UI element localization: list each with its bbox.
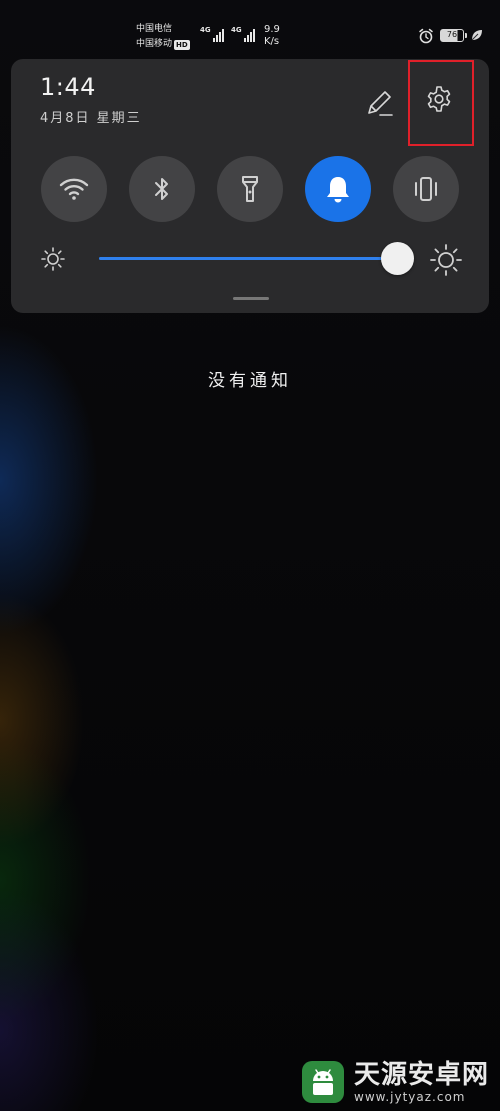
quick-toggles: [41, 156, 461, 222]
brightness-row: [39, 241, 464, 277]
bluetooth-toggle[interactable]: [129, 156, 195, 222]
wifi-icon: [59, 178, 89, 200]
signal-bar: [246, 35, 249, 42]
signal-bar: [215, 35, 218, 42]
panel-date: 4月8日 星期三: [40, 111, 142, 126]
watermark-text: 天源安卓网 www.jytyaz.com: [354, 1060, 489, 1104]
carrier-info: 中国电信 中国移动 HD: [136, 22, 190, 52]
signal-bar: [252, 29, 255, 42]
brightness-slider[interactable]: [99, 242, 415, 275]
quick-settings-panel: 1:44 4月8日 星期三: [11, 59, 489, 313]
carrier-1-label: 中国电信: [136, 24, 173, 34]
settings-button[interactable]: [423, 83, 455, 115]
pencil-icon: [368, 91, 393, 116]
battery-indicator: 76: [440, 29, 467, 42]
speed-unit: K/s: [264, 36, 280, 47]
signal-bar: [249, 32, 252, 42]
speed-value: 9.9: [264, 24, 280, 35]
watermark-title: 天源安卓网: [354, 1059, 490, 1090]
brightness-low-icon: [41, 247, 65, 271]
brightness-high-icon: [430, 244, 462, 276]
edit-button[interactable]: [361, 85, 397, 121]
flashlight-icon: [242, 176, 258, 202]
watermark-url: www.jytyaz.com: [354, 1089, 466, 1104]
vibrate-icon: [415, 177, 437, 201]
carrier-line-2: 中国移动 HD: [136, 37, 190, 52]
panel-clock: 1:44: [40, 73, 96, 101]
signal-2-icon: 4G: [231, 26, 255, 42]
signal-1-icon: 4G: [200, 26, 224, 42]
android-logo-icon: [302, 1060, 344, 1103]
signal-bar: [243, 38, 246, 42]
hd-badge: HD: [174, 39, 190, 50]
status-bar: 中国电信 中国移动 HD 4G 4G 9.9 K/s 76: [0, 0, 500, 56]
leaf-icon: [471, 30, 482, 41]
alarm-icon: [419, 28, 433, 44]
brightness-fill: [99, 257, 398, 260]
bell-icon: [327, 177, 349, 203]
site-watermark: 天源安卓网 www.jytyaz.com: [300, 1052, 500, 1111]
flashlight-toggle[interactable]: [217, 156, 283, 222]
network-speed: 9.9 K/s: [264, 24, 280, 48]
sound-toggle[interactable]: [305, 156, 371, 222]
brightness-thumb[interactable]: [381, 242, 415, 275]
network-2-label: 4G: [231, 26, 242, 34]
gear-icon: [427, 86, 451, 112]
signal-bar: [212, 38, 215, 42]
vibrate-toggle[interactable]: [393, 156, 459, 222]
wifi-toggle[interactable]: [41, 156, 107, 222]
panel-drag-handle[interactable]: [233, 297, 269, 300]
carrier-line-1: 中国电信: [136, 22, 190, 37]
carrier-2-label: 中国移动: [136, 39, 173, 49]
signal-bar: [218, 32, 221, 42]
bluetooth-icon: [155, 178, 168, 200]
signal-bar: [221, 29, 224, 42]
no-notification-text: 没有通知: [208, 371, 292, 391]
network-1-label: 4G: [200, 26, 211, 34]
